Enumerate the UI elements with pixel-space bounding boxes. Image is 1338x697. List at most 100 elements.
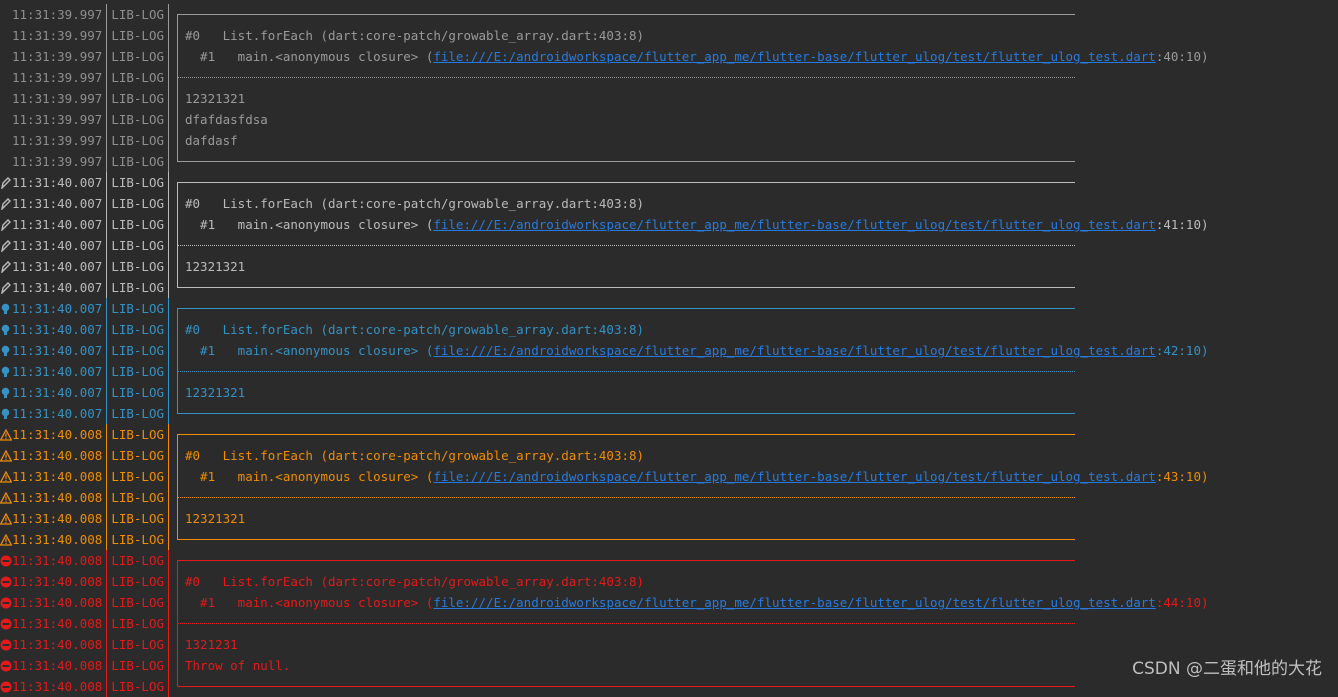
box-top-border — [173, 172, 1075, 193]
column-separator — [164, 298, 173, 319]
column-separator — [102, 214, 111, 235]
column-separator — [164, 172, 173, 193]
bulb-icon — [0, 403, 12, 424]
box-top-border — [173, 298, 1075, 319]
source-file-link[interactable]: file:///E:/androidworkspace/flutter_app_… — [433, 469, 1155, 484]
source-file-link[interactable]: file:///E:/androidworkspace/flutter_app_… — [433, 343, 1155, 358]
column-separator — [164, 256, 173, 277]
stack-frame-1-prefix: #1 main.<anonymous closure> ( — [185, 217, 434, 232]
log-line: 11:31:40.008 LIB-LOG #0 List.forEach (dart… — [0, 445, 1338, 466]
column-separator — [164, 403, 173, 424]
column-separator — [164, 319, 173, 340]
bulb-icon — [0, 298, 12, 319]
warning-icon — [0, 529, 12, 550]
log-line: 11:31:40.008 LIB-LOG 1321231 — [0, 634, 1338, 655]
stack-frame-1-prefix: #1 main.<anonymous closure> ( — [185, 595, 434, 610]
log-line: 11:31:39.997 LIB-LOG — [0, 4, 1338, 25]
column-separator — [102, 592, 111, 613]
box-side-border — [173, 571, 185, 592]
box-top-border — [173, 424, 1075, 445]
log-timestamp: 11:31:40.008 — [12, 616, 103, 631]
log-timestamp: 11:31:40.007 — [12, 322, 103, 337]
column-separator — [102, 25, 111, 46]
column-separator — [102, 151, 111, 172]
column-separator — [164, 235, 173, 256]
column-separator — [102, 403, 111, 424]
log-console[interactable]: 11:31:39.997 LIB-LOG 11:31:39.997 LIB-LOG #0… — [0, 4, 1338, 697]
box-side-border — [173, 445, 185, 466]
warning-icon — [0, 487, 12, 508]
log-timestamp: 11:31:39.997 — [12, 7, 103, 22]
log-timestamp: 11:31:40.007 — [12, 196, 103, 211]
log-line: 11:31:39.997 LIB-LOG 12321321 — [0, 88, 1338, 109]
stack-frame-1: #1 main.<anonymous closure> (file:///E:/… — [185, 340, 1208, 361]
column-separator — [102, 256, 111, 277]
log-line: 11:31:40.008 LIB-LOG — [0, 487, 1338, 508]
log-tag: LIB-LOG — [111, 532, 164, 547]
column-separator — [102, 130, 111, 151]
log-tag: LIB-LOG — [111, 154, 164, 169]
level-spacer — [0, 46, 12, 67]
log-timestamp: 11:31:40.007 — [12, 175, 103, 190]
box-side-border — [173, 634, 185, 655]
box-side-border — [173, 46, 185, 67]
log-timestamp: 11:31:40.008 — [12, 658, 103, 673]
stack-frame-1-suffix: :41:10) — [1155, 217, 1209, 232]
log-message: 1321231 — [185, 637, 238, 652]
log-timestamp: 11:31:39.997 — [12, 28, 103, 43]
stack-frame-1-prefix: #1 main.<anonymous closure> ( — [185, 343, 434, 358]
error-icon — [0, 655, 12, 676]
log-timestamp: 11:31:40.008 — [12, 637, 103, 652]
column-separator — [102, 445, 111, 466]
log-tag: LIB-LOG — [111, 406, 164, 421]
column-separator — [102, 361, 111, 382]
box-side-border — [173, 88, 185, 109]
column-separator — [164, 655, 173, 676]
log-timestamp: 11:31:39.997 — [12, 91, 103, 106]
pen-icon — [0, 235, 12, 256]
source-file-link[interactable]: file:///E:/androidworkspace/flutter_app_… — [433, 595, 1155, 610]
box-bottom-border — [173, 403, 1075, 424]
level-spacer — [0, 130, 12, 151]
error-icon — [0, 613, 12, 634]
level-spacer — [0, 151, 12, 172]
column-separator — [102, 508, 111, 529]
bulb-icon — [0, 340, 12, 361]
box-divider — [173, 613, 1075, 634]
column-separator — [164, 571, 173, 592]
level-spacer — [0, 109, 12, 130]
log-timestamp: 11:31:40.008 — [12, 532, 103, 547]
log-message: dfafdasfdsa — [185, 112, 268, 127]
column-separator — [164, 4, 173, 25]
box-side-border — [173, 130, 185, 151]
column-separator — [164, 151, 173, 172]
box-divider — [173, 235, 1075, 256]
log-line: 11:31:40.007 LIB-LOG — [0, 172, 1338, 193]
log-line: 11:31:39.997 LIB-LOG #1 main.<anonymous c… — [0, 46, 1338, 67]
column-separator — [102, 466, 111, 487]
box-bottom-border — [173, 529, 1075, 550]
column-separator — [102, 46, 111, 67]
warning-icon — [0, 508, 12, 529]
column-separator — [102, 487, 111, 508]
log-tag: LIB-LOG — [111, 637, 164, 652]
log-line: 11:31:40.008 LIB-LOG 12321321 — [0, 508, 1338, 529]
column-separator — [102, 529, 111, 550]
log-line: 11:31:40.007 LIB-LOG — [0, 235, 1338, 256]
log-tag: LIB-LOG — [111, 469, 164, 484]
log-tag: LIB-LOG — [111, 553, 164, 568]
pen-icon — [0, 214, 12, 235]
log-line: 11:31:40.008 LIB-LOG — [0, 529, 1338, 550]
log-tag: LIB-LOG — [111, 280, 164, 295]
stack-frame-1-suffix: :43:10) — [1155, 469, 1209, 484]
box-side-border — [173, 340, 185, 361]
log-tag: LIB-LOG — [111, 238, 164, 253]
column-separator — [164, 277, 173, 298]
source-file-link[interactable]: file:///E:/androidworkspace/flutter_app_… — [433, 217, 1155, 232]
log-message: 12321321 — [185, 385, 246, 400]
column-separator — [164, 424, 173, 445]
log-tag: LIB-LOG — [111, 658, 164, 673]
box-side-border — [173, 193, 185, 214]
column-separator — [164, 487, 173, 508]
source-file-link[interactable]: file:///E:/androidworkspace/flutter_app_… — [433, 49, 1155, 64]
